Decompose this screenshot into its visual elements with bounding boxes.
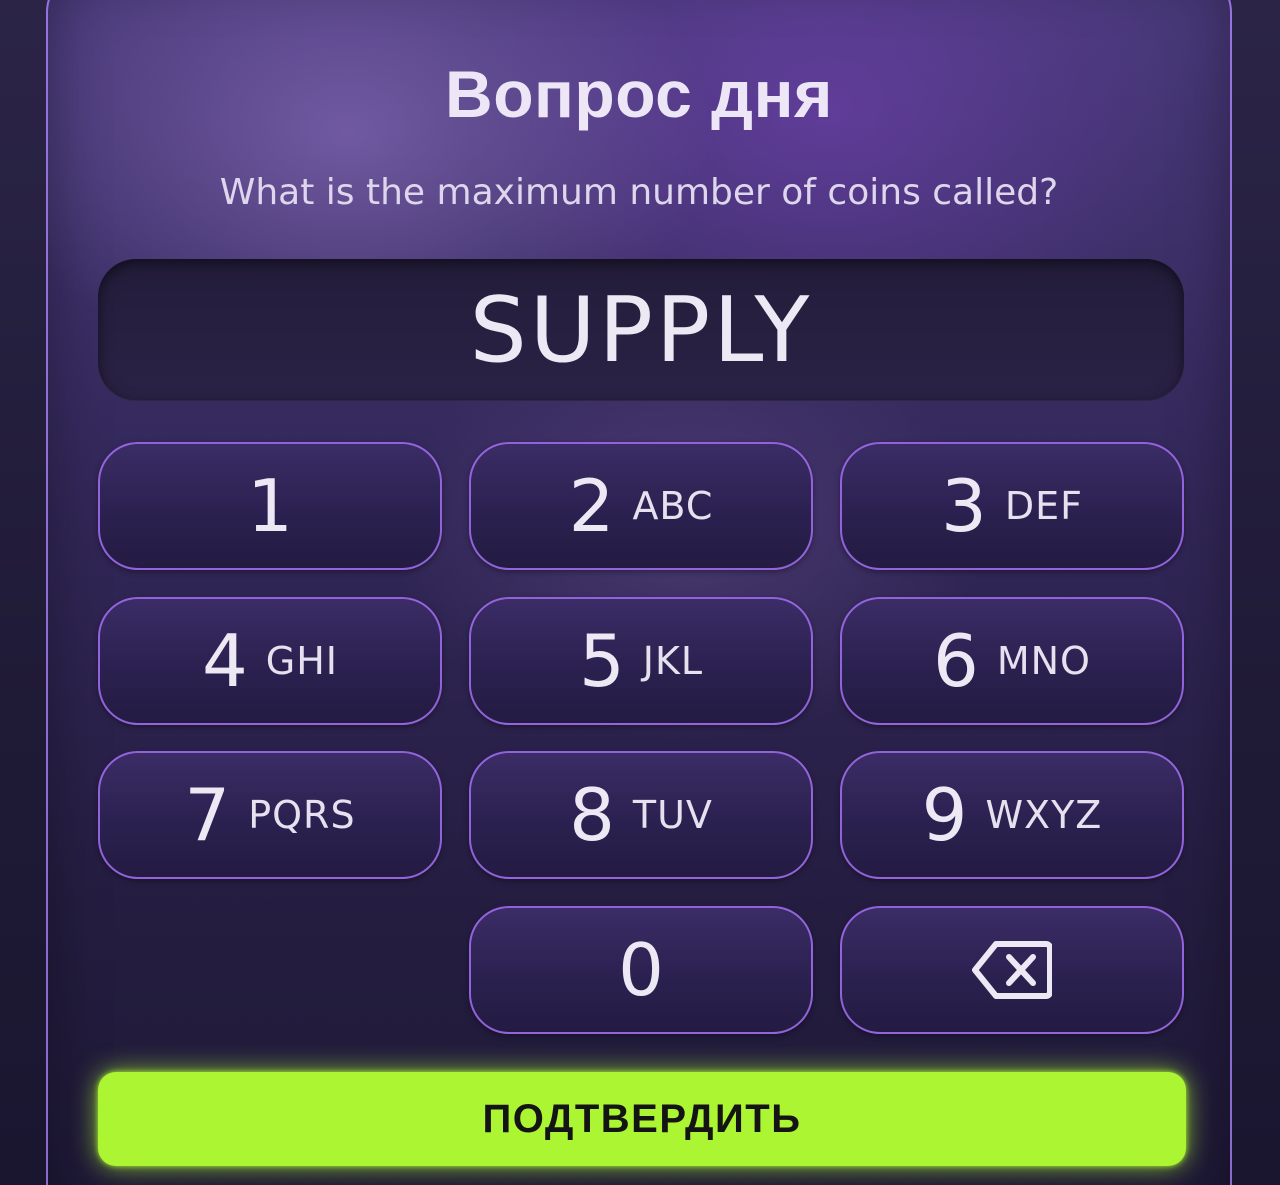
key-letters: PQRS	[248, 793, 356, 837]
page: Вопрос дня What is the maximum number of…	[0, 0, 1280, 1185]
key-number: 6	[933, 619, 979, 703]
key-9[interactable]: 9 WXYZ	[840, 751, 1184, 879]
key-0[interactable]: 0	[469, 906, 813, 1034]
question-of-day-panel: Вопрос дня What is the maximum number of…	[46, 0, 1232, 1185]
key-letters: DEF	[1004, 484, 1083, 528]
key-4[interactable]: 4 GHI	[98, 597, 442, 725]
key-number: 2	[568, 464, 615, 548]
key-3[interactable]: 3 DEF	[840, 442, 1184, 570]
answer-field[interactable]: SUPPLY	[98, 259, 1184, 401]
key-8[interactable]: 8 TUV	[469, 751, 813, 879]
key-number: 5	[578, 619, 625, 703]
key-number: 9	[921, 773, 968, 857]
key-5[interactable]: 5 JKL	[469, 597, 813, 725]
key-letters: GHI	[265, 639, 339, 683]
key-number: 0	[618, 928, 664, 1012]
question-text: What is the maximum number of coins call…	[219, 172, 1059, 213]
key-letters: JKL	[642, 639, 704, 683]
key-number: 7	[184, 773, 231, 857]
key-2[interactable]: 2 ABC	[469, 442, 813, 570]
backspace-icon	[972, 940, 1052, 1000]
key-letters: ABC	[632, 484, 714, 528]
key-number: 4	[201, 619, 248, 703]
key-1[interactable]: 1	[98, 442, 442, 570]
answer-text: SUPPLY	[469, 277, 813, 383]
key-letters: TUV	[632, 793, 713, 837]
confirm-button[interactable]: ПОДТВЕРДИТЬ	[98, 1072, 1186, 1166]
key-6[interactable]: 6 MNO	[840, 597, 1184, 725]
key-letters: MNO	[996, 639, 1091, 683]
confirm-button-label: ПОДТВЕРДИТЬ	[482, 1096, 802, 1141]
key-number: 8	[569, 773, 615, 857]
key-number: 1	[247, 464, 293, 548]
backspace-button[interactable]	[840, 906, 1184, 1034]
key-letters: WXYZ	[985, 793, 1103, 837]
dialog-title: Вопрос дня	[445, 57, 833, 131]
key-number: 3	[941, 464, 987, 548]
key-7[interactable]: 7 PQRS	[98, 751, 442, 879]
